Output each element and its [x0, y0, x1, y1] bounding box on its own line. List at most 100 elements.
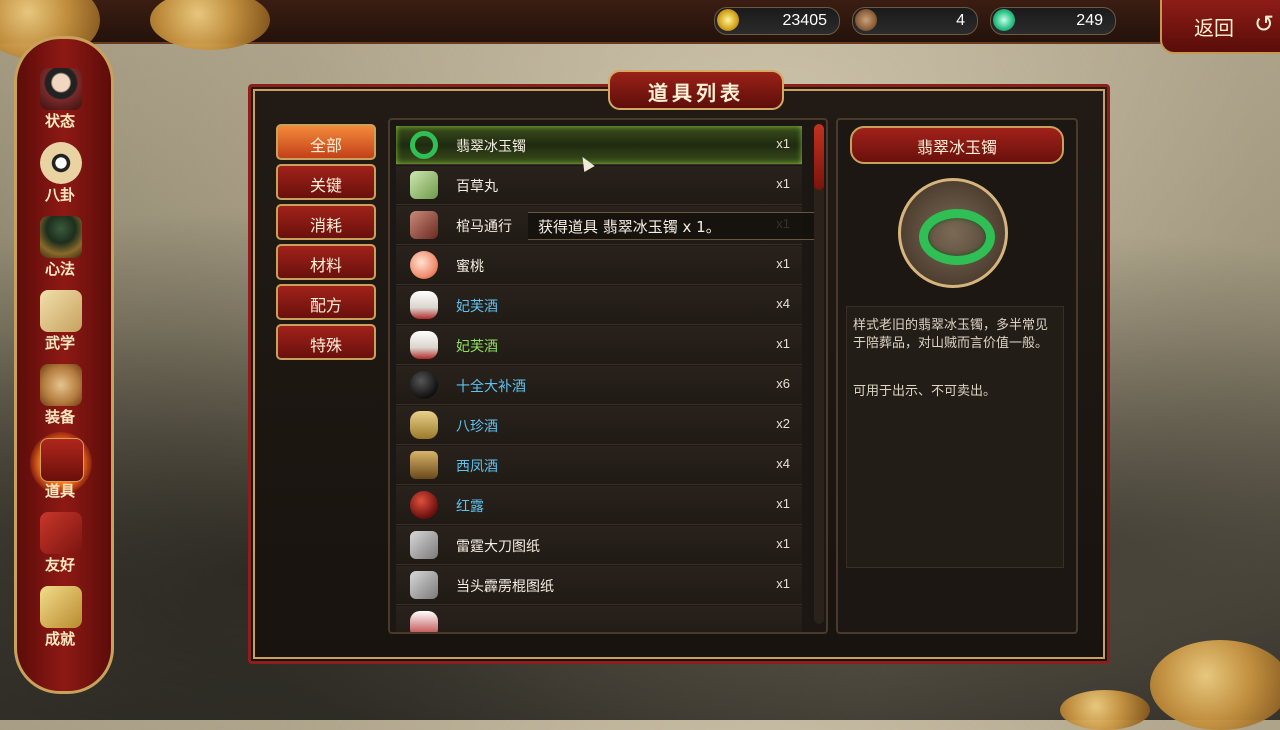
window-title-banner: 道具列表	[608, 70, 784, 110]
wine-bottle-icon	[410, 331, 438, 359]
meditation-icon	[40, 216, 82, 258]
window-title: 道具列表	[648, 81, 744, 105]
cloud-ornament-icon	[1060, 690, 1150, 730]
item-list[interactable]: 翡翠冰玉镯 x1 百草丸 x1 棺马通行 x1 蜜桃 x1 妃芙酒 x4 妃芙酒…	[388, 118, 828, 634]
blueprint-scroll-icon	[410, 531, 438, 559]
jade-currency: 249	[990, 7, 1116, 35]
equipment-bundle-icon	[40, 364, 82, 406]
tab-label: 全部	[309, 136, 342, 155]
item-qty: x6	[776, 376, 790, 391]
item-name: 红露	[456, 499, 484, 515]
tab-special[interactable]: 特殊	[276, 324, 376, 360]
tab-label: 特殊	[309, 336, 342, 355]
list-item-partial[interactable]	[396, 606, 802, 632]
tab-label: 材料	[309, 256, 342, 275]
jade-bangle-icon	[919, 209, 995, 265]
sidebar-item-equipment[interactable]: 装备	[28, 362, 92, 432]
pass-token-icon	[410, 211, 438, 239]
sidebar-item-achievements[interactable]: 成就	[28, 584, 92, 654]
tab-all[interactable]: 全部	[276, 124, 376, 160]
tab-label: 配方	[309, 296, 342, 315]
item-qty: x4	[776, 296, 790, 311]
item-qty: x1	[776, 176, 790, 191]
list-item[interactable]: 翡翠冰玉镯 x1	[396, 126, 802, 165]
list-item[interactable]: 红露 x1	[396, 486, 802, 525]
wine-bottle-icon	[410, 611, 438, 632]
sidebar-item-label: 装备	[44, 408, 75, 426]
cloud-ornament-icon	[1150, 640, 1280, 730]
tab-consumable[interactable]: 消耗	[276, 204, 376, 240]
scrollbar-thumb[interactable]	[814, 124, 824, 190]
token-value: 4	[956, 12, 965, 29]
item-qty: x1	[776, 576, 790, 591]
item-qty: x1	[776, 496, 790, 511]
bronze-goblet-icon	[410, 451, 438, 479]
gold-coin-icon	[717, 9, 739, 31]
sidebar-item-status[interactable]: 状态	[28, 66, 92, 136]
list-scrollbar[interactable]	[814, 124, 824, 624]
return-arrow-icon: ↺	[1254, 10, 1275, 38]
item-name: 西凤酒	[456, 459, 498, 475]
list-item[interactable]: 八珍酒 x2	[396, 406, 802, 445]
detail-item-image	[898, 178, 1008, 288]
item-name: 妃芙酒	[456, 339, 498, 355]
list-item[interactable]: 雷霆大刀图纸 x1	[396, 526, 802, 565]
sidebar-item-bagua[interactable]: 八卦	[28, 140, 92, 210]
list-item[interactable]: 十全大补酒 x6	[396, 366, 802, 405]
sidebar-item-label: 心法	[44, 260, 75, 278]
item-name: 八珍酒	[456, 419, 498, 435]
detail-usage-note: 可用于出示、不可卖出。	[853, 384, 997, 399]
tab-label: 消耗	[309, 216, 342, 235]
sidebar-item-label: 状态	[44, 112, 75, 130]
list-item[interactable]: 妃芙酒 x1	[396, 326, 802, 365]
sidebar-item-friendship[interactable]: 友好	[28, 510, 92, 580]
item-qty: x1	[776, 336, 790, 351]
list-item[interactable]: 蜜桃 x1	[396, 246, 802, 285]
herb-pill-icon	[410, 171, 438, 199]
item-qty: x1	[776, 256, 790, 271]
item-qty: x1	[776, 536, 790, 551]
tab-key[interactable]: 关键	[276, 164, 376, 200]
sidebar-item-items[interactable]: 道具	[28, 432, 92, 506]
gold-value: 23405	[782, 12, 828, 29]
sidebar-item-mind[interactable]: 心法	[28, 214, 92, 284]
red-jar-icon	[410, 491, 438, 519]
gold-currency: 23405	[714, 7, 840, 35]
tab-label: 关键	[309, 176, 342, 195]
list-item[interactable]: 西凤酒 x4	[396, 446, 802, 485]
peach-icon	[410, 251, 438, 279]
detail-description-box: 样式老旧的翡翠冰玉镯，多半常见于陪葬品，对山贼而言价值一般。 可用于出示、不可卖…	[846, 306, 1064, 568]
bronze-token-icon	[855, 9, 877, 31]
jade-bangle-icon	[410, 131, 438, 159]
list-item[interactable]: 当头霹雳棍图纸 x1	[396, 566, 802, 605]
blueprint-scroll-icon	[410, 571, 438, 599]
sidebar-item-label: 友好	[44, 556, 75, 574]
black-jar-icon	[410, 371, 438, 399]
scroll-book-icon	[40, 290, 82, 332]
toast-text: 获得道具 翡翠冰玉镯 x 1。	[538, 218, 721, 236]
tab-material[interactable]: 材料	[276, 244, 376, 280]
acquired-item-toast: 获得道具 翡翠冰玉镯 x 1。	[528, 212, 814, 240]
item-name: 当头霹雳棍图纸	[456, 579, 554, 595]
item-name: 十全大补酒	[456, 379, 526, 395]
character-portrait-icon	[40, 68, 82, 110]
item-name: 妃芙酒	[456, 299, 498, 315]
sidebar-item-martial[interactable]: 武学	[28, 288, 92, 358]
token-currency: 4	[852, 7, 978, 35]
gold-vase-icon	[410, 411, 438, 439]
list-item[interactable]: 百草丸 x1	[396, 166, 802, 205]
item-name: 百草丸	[456, 179, 498, 195]
back-button[interactable]: 返回 ↺	[1160, 0, 1280, 54]
item-name: 蜜桃	[456, 259, 484, 275]
back-label: 返回	[1194, 16, 1234, 40]
sidebar-item-label: 道具	[44, 482, 75, 500]
item-qty: x4	[776, 456, 790, 471]
detail-title: 翡翠冰玉镯	[916, 138, 997, 157]
red-book-icon	[40, 512, 82, 554]
chest-icon	[40, 438, 84, 482]
list-item[interactable]: 妃芙酒 x4	[396, 286, 802, 325]
sidebar-item-label: 成就	[44, 630, 75, 648]
tab-recipe[interactable]: 配方	[276, 284, 376, 320]
wine-bottle-icon	[410, 291, 438, 319]
trophy-scroll-icon	[40, 586, 82, 628]
